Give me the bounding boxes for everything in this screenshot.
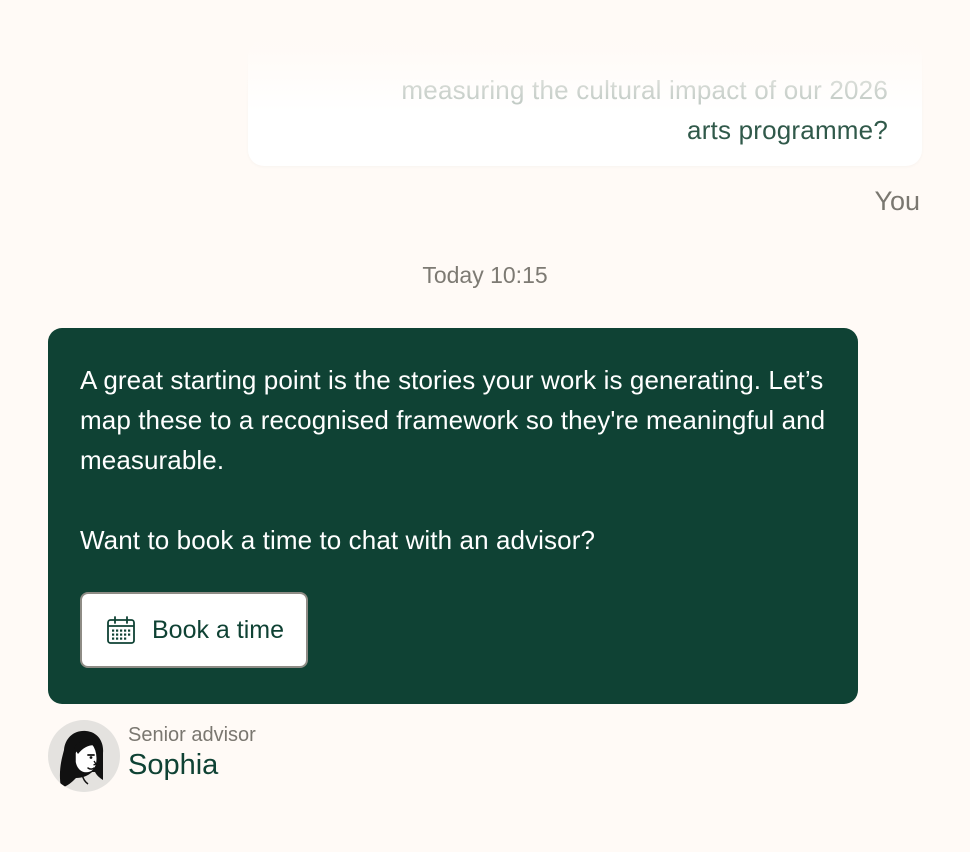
advisor-message-text: A great starting point is the stories yo… [80, 360, 840, 560]
user-message-line: arts programme? [687, 115, 888, 145]
advisor-message-paragraph: A great starting point is the stories yo… [80, 365, 826, 475]
advisor-name: Sophia [128, 749, 219, 781]
user-message-bubble: measuring the cultural impact of our 202… [248, 40, 922, 166]
book-a-time-button[interactable]: Book a time [80, 592, 308, 668]
advisor-avatar [48, 720, 120, 792]
message-timestamp: Today 10:15 [422, 262, 548, 288]
advisor-portrait-icon [59, 730, 104, 788]
advisor-role: Senior advisor [128, 724, 256, 746]
user-message-text: measuring the cultural impact of our 202… [401, 70, 888, 150]
book-a-time-label: Book a time [152, 615, 285, 644]
calendar-icon [107, 616, 135, 644]
user-sender-label: You [874, 186, 920, 216]
advisor-message-paragraph: Want to book a time to chat with an advi… [80, 525, 596, 555]
user-message-line: measuring the cultural impact of our 202… [401, 75, 888, 105]
advisor-message-bubble: A great starting point is the stories yo… [48, 328, 858, 704]
